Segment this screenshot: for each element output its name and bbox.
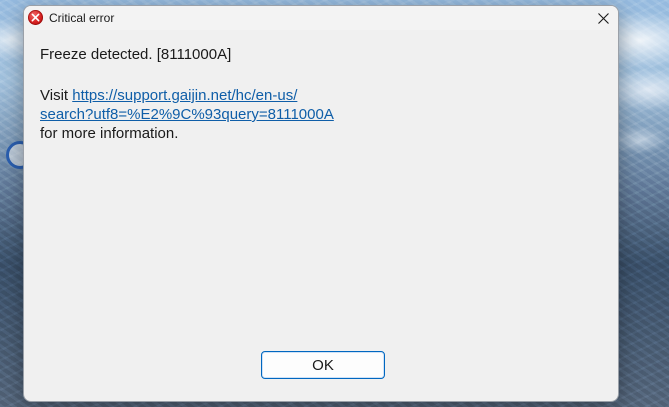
ok-button[interactable]: OK	[261, 351, 385, 379]
error-icon	[28, 10, 43, 25]
message-body: Freeze detected. [8111000A] Visit https:…	[40, 45, 602, 143]
close-button[interactable]	[588, 6, 618, 30]
link-line: search?utf8=%E2%9C%93query=8111000A	[40, 105, 602, 124]
support-link-part1[interactable]: https://support.gaijin.net/hc/en-us/	[72, 87, 297, 104]
info-footer: for more information.	[40, 125, 179, 142]
error-message: Freeze detected. [8111000A]	[40, 46, 232, 63]
critical-error-dialog: Critical error Freeze detected. [8111000…	[23, 5, 619, 402]
window-title: Critical error	[49, 11, 115, 25]
visit-line: Visit https://support.gaijin.net/hc/en-u…	[40, 86, 602, 105]
support-link-part2[interactable]: search?utf8=%E2%9C%93query=8111000A	[40, 106, 334, 123]
close-icon	[597, 12, 609, 24]
title-bar[interactable]: Critical error	[24, 6, 618, 30]
visit-label: Visit	[40, 87, 73, 104]
